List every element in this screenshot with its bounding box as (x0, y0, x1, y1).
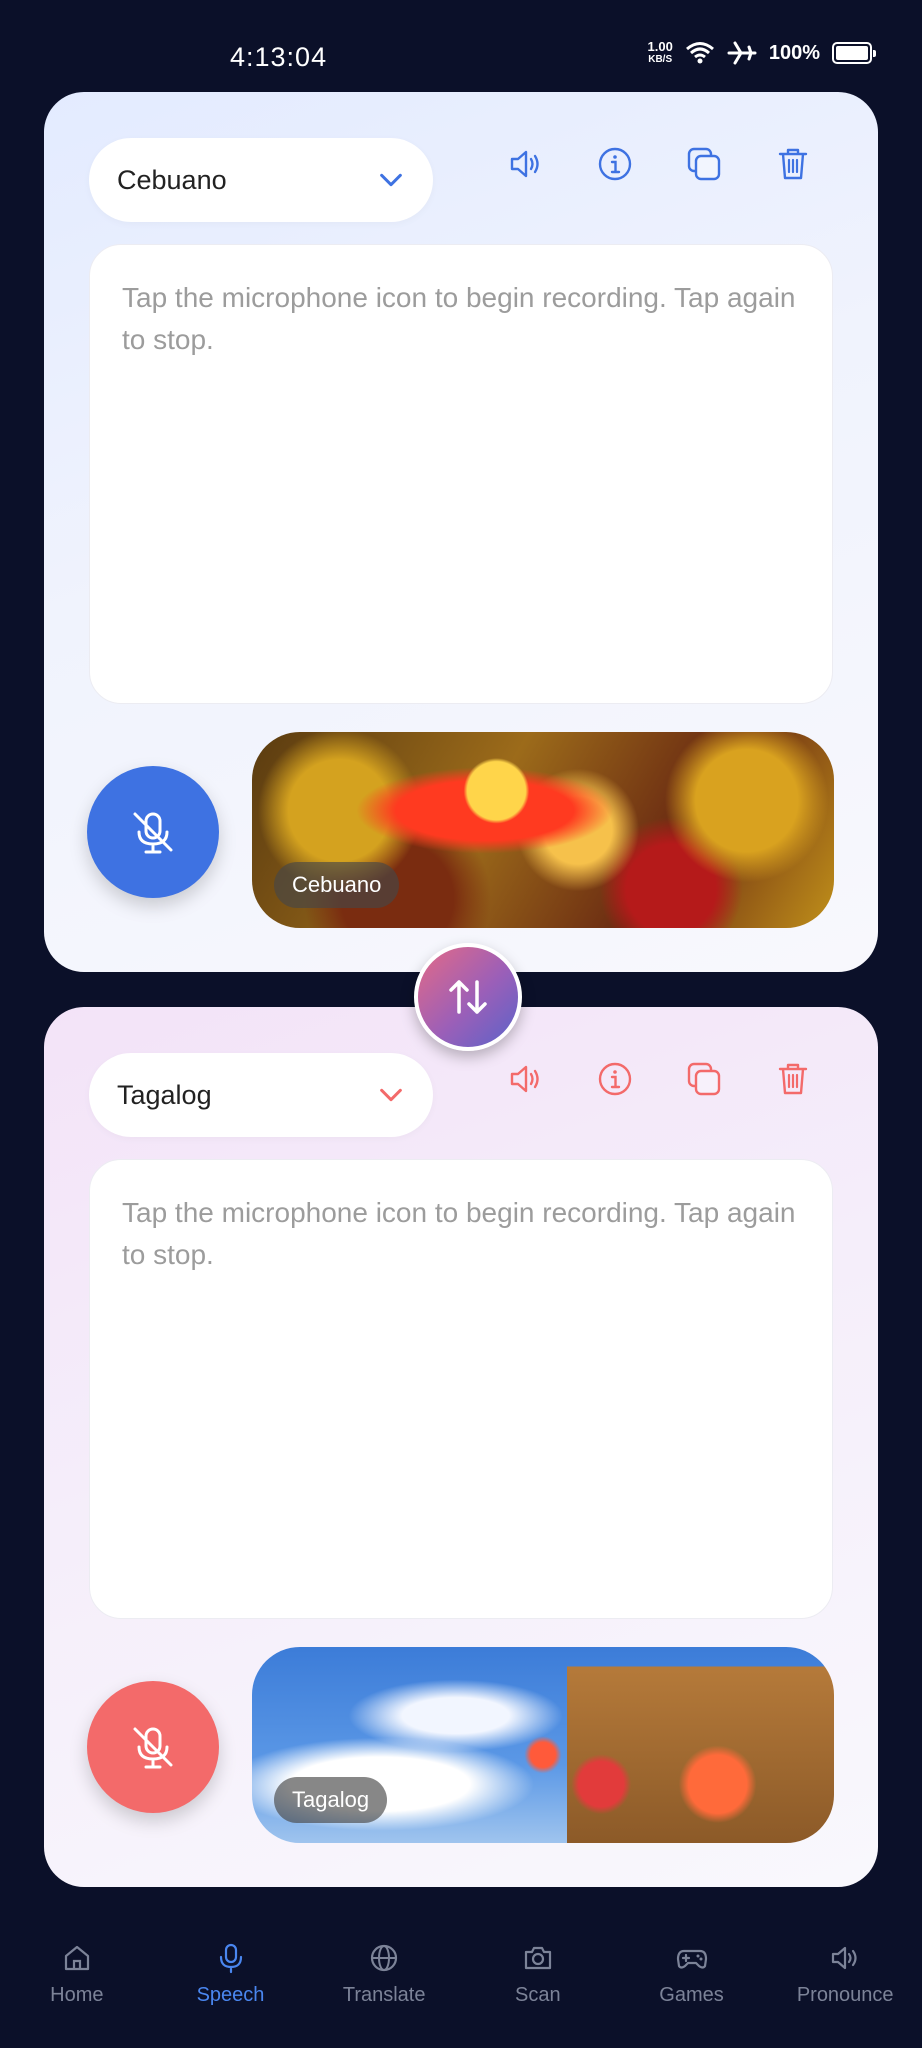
copy-icon (687, 147, 721, 181)
nav-item-games[interactable]: Games (615, 1910, 769, 2048)
nav-item-speech[interactable]: Speech (154, 1910, 308, 2048)
airplane-mode-icon (727, 41, 757, 65)
speaker-icon (510, 150, 539, 178)
status-time: 4:13:04 (230, 42, 328, 72)
gamepad-icon (676, 1949, 707, 1969)
nav-item-home[interactable]: Home (0, 1910, 154, 2048)
nav-label-games: Games (659, 1984, 724, 2006)
delete-button[interactable] (771, 142, 815, 186)
nav-item-translate[interactable]: Translate (307, 1910, 461, 2048)
nav-label-translate: Translate (342, 1984, 426, 2006)
status-icons: 1.00 KB/S 100% (647, 39, 876, 66)
target-text-area[interactable]: Tap the microphone icon to begin recordi… (89, 1159, 833, 1619)
trash-icon (778, 1063, 808, 1095)
nav-label-home: Home (50, 1984, 104, 2006)
network-speed: 1.00 KB/S (647, 39, 673, 65)
info-icon (598, 1062, 632, 1096)
copy-button[interactable] (682, 142, 726, 186)
nav-item-scan[interactable]: Scan (461, 1910, 615, 2048)
copy-icon (687, 1062, 721, 1096)
nav-label-scan: Scan (515, 1984, 561, 2006)
microphone-off-icon (133, 1727, 173, 1769)
target-language-panel: Tagalog Tap the microphone icon to begin… (44, 1007, 878, 1887)
speaker-button[interactable] (504, 1057, 548, 1101)
status-bar: 4:13:04 1.00 KB/S 100% (0, 0, 922, 92)
delete-button[interactable] (771, 1057, 815, 1101)
nav-item-pronounce[interactable]: Pronounce (768, 1910, 922, 2048)
camera-icon (524, 1946, 551, 1970)
target-placeholder: Tap the microphone icon to begin recordi… (122, 1197, 796, 1270)
home-icon (64, 1945, 89, 1971)
microphone-off-icon (133, 812, 173, 854)
source-language-label: Cebuano (117, 164, 227, 195)
source-language-image: Cebuano (252, 732, 834, 928)
speaker-icon (510, 1065, 539, 1093)
speaker-icon (832, 1946, 857, 1970)
chevron-down-icon (380, 173, 402, 187)
info-button[interactable] (593, 1057, 637, 1101)
speaker-button[interactable] (504, 142, 548, 186)
battery-icon (832, 42, 876, 64)
target-actions (504, 1057, 815, 1101)
copy-button[interactable] (682, 1057, 726, 1101)
source-actions (504, 142, 815, 186)
info-icon (598, 147, 632, 181)
microphone-icon (219, 1943, 242, 1974)
source-image-label: Cebuano (274, 862, 400, 908)
swap-arrows-icon (449, 980, 487, 1014)
target-language-dropdown[interactable]: Tagalog (89, 1053, 433, 1137)
nav-label-speech: Speech (196, 1984, 265, 2006)
target-image-label: Tagalog (274, 1777, 388, 1823)
globe-icon (371, 1944, 398, 1972)
nav-label-pronounce: Pronounce (796, 1984, 894, 2006)
bottom-navigation: Home Speech Translate Scan Games Pronoun… (0, 1910, 922, 2048)
source-placeholder: Tap the microphone icon to begin recordi… (122, 282, 796, 355)
battery-percent: 100% (768, 41, 820, 64)
source-language-dropdown[interactable]: Cebuano (89, 138, 433, 222)
chevron-down-icon (380, 1088, 402, 1102)
source-text-area[interactable]: Tap the microphone icon to begin recordi… (89, 244, 833, 704)
wifi-icon (685, 42, 714, 64)
target-mic-button[interactable] (87, 1681, 219, 1813)
source-mic-button[interactable] (87, 766, 219, 898)
info-button[interactable] (593, 142, 637, 186)
target-language-label: Tagalog (117, 1079, 212, 1110)
source-language-panel: Cebuano Tap the microphone icon to begin… (44, 92, 878, 972)
swap-languages-button[interactable] (414, 943, 522, 1051)
trash-icon (778, 148, 808, 180)
target-language-image: Tagalog (252, 1647, 834, 1843)
